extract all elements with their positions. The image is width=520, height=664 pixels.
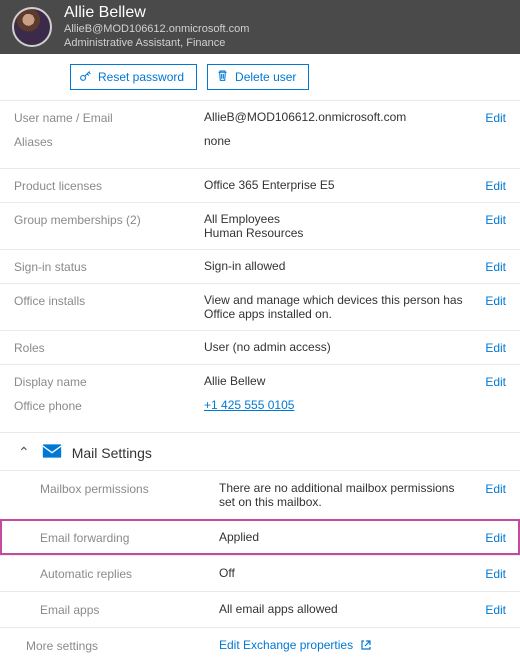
external-link-icon [360,639,372,654]
row-display: Display name Allie Bellew Edit [0,364,520,398]
row-signin: Sign-in status Sign-in allowed Edit [0,249,520,283]
value-roles: User (no admin access) [204,340,472,354]
edit-more-placeholder [472,638,506,639]
value-installs: View and manage which devices this perso… [204,293,472,321]
label-signin: Sign-in status [14,259,204,274]
mail-settings-rows: Mailbox permissions There are no additio… [0,470,520,664]
edit-groups[interactable]: Edit [472,212,506,227]
group-1: All Employees [204,212,464,226]
user-header: Allie Bellew AllieB@MOD106612.onmicrosof… [0,0,520,54]
detail-rows: User name / Email AllieB@MOD106612.onmic… [0,100,520,432]
key-icon [79,69,92,85]
value-email-forwarding: Applied [219,530,472,544]
label-more-settings: More settings [14,638,219,653]
user-name: Allie Bellew [64,3,249,23]
label-groups: Group memberships (2) [14,212,204,227]
label-roles: Roles [14,340,204,355]
edit-email-forwarding[interactable]: Edit [472,530,506,545]
label-email-forwarding: Email forwarding [14,530,219,545]
trash-icon [216,69,229,85]
edit-email-apps[interactable]: Edit [472,602,506,617]
delete-user-label: Delete user [235,70,296,84]
user-role: Administrative Assistant, Finance [64,37,249,51]
row-licenses: Product licenses Office 365 Enterprise E… [0,168,520,202]
edit-signin[interactable]: Edit [472,259,506,274]
label-username: User name / Email [14,110,204,125]
value-signin: Sign-in allowed [204,259,472,273]
edit-installs[interactable]: Edit [472,293,506,308]
edit-username[interactable]: Edit [472,110,506,125]
value-licenses: Office 365 Enterprise E5 [204,178,472,192]
avatar [12,7,52,47]
reset-password-button[interactable]: Reset password [70,64,197,90]
label-display: Display name [14,374,204,389]
row-groups: Group memberships (2) All Employees Huma… [0,202,520,249]
reset-password-label: Reset password [98,70,184,84]
row-username: User name / Email AllieB@MOD106612.onmic… [0,100,520,134]
mail-settings-header[interactable]: ⌃ Mail Settings [0,432,520,470]
label-automatic-replies: Automatic replies [14,566,219,581]
mail-settings-title: Mail Settings [72,445,152,461]
row-aliases: Aliases none [0,134,520,168]
edit-roles[interactable]: Edit [472,340,506,355]
row-more-settings: More settings Edit Exchange properties [0,627,520,664]
row-email-apps: Email apps All email apps allowed Edit [0,591,520,627]
edit-licenses[interactable]: Edit [472,178,506,193]
edit-automatic-replies[interactable]: Edit [472,566,506,581]
user-email: AllieB@MOD106612.onmicrosoft.com [64,23,249,37]
row-mailbox-permissions: Mailbox permissions There are no additio… [0,470,520,519]
edit-aliases-placeholder [472,134,506,135]
label-email-apps: Email apps [14,602,219,617]
row-email-forwarding: Email forwarding Applied Edit [0,519,520,555]
value-email-apps: All email apps allowed [219,602,472,616]
delete-user-button[interactable]: Delete user [207,64,309,90]
row-automatic-replies: Automatic replies Off Edit [0,555,520,591]
edit-mailbox-permissions[interactable]: Edit [472,481,506,496]
value-more-settings: Edit Exchange properties [219,638,472,654]
row-roles: Roles User (no admin access) Edit [0,330,520,364]
group-2: Human Resources [204,226,464,240]
phone-link[interactable]: +1 425 555 0105 [204,398,294,412]
label-installs: Office installs [14,293,204,308]
value-phone: +1 425 555 0105 [204,398,472,412]
label-phone: Office phone [14,398,204,413]
row-installs: Office installs View and manage which de… [0,283,520,330]
label-licenses: Product licenses [14,178,204,193]
edit-display[interactable]: Edit [472,374,506,389]
label-mailbox-permissions: Mailbox permissions [14,481,219,496]
value-username: AllieB@MOD106612.onmicrosoft.com [204,110,472,124]
value-display: Allie Bellew [204,374,472,388]
value-aliases: none [204,134,472,148]
edit-phone-placeholder [472,398,506,399]
row-phone: Office phone +1 425 555 0105 [0,398,520,432]
exchange-properties-link[interactable]: Edit Exchange properties [219,638,353,652]
label-aliases: Aliases [14,134,204,149]
value-groups: All Employees Human Resources [204,212,472,240]
mail-icon [42,443,62,462]
chevron-up-icon: ⌃ [18,444,30,461]
value-automatic-replies: Off [219,566,472,580]
action-bar: Reset password Delete user [0,54,520,100]
value-mailbox-permissions: There are no additional mailbox permissi… [219,481,472,509]
